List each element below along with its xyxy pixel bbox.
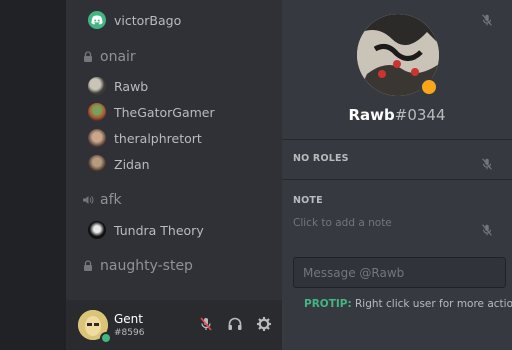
note-input[interactable]: Click to add a note — [293, 217, 392, 229]
user-avatar — [88, 221, 106, 239]
divider — [282, 179, 512, 180]
profile-discriminator: #0344 — [394, 106, 446, 124]
user-avatar — [88, 77, 106, 95]
profile-username: Rawb#0344 — [282, 106, 512, 124]
discord-avatar — [88, 11, 106, 29]
user-avatar — [88, 129, 106, 147]
note-title: NOTE — [293, 195, 323, 206]
divider — [282, 139, 512, 140]
speaker-icon — [83, 196, 94, 204]
mic-muted-icon — [482, 158, 492, 170]
protip-text: Right click user for more actions — [355, 298, 512, 310]
channel-name: onair — [100, 49, 136, 65]
message-input[interactable]: Message @Rawb — [293, 257, 506, 288]
headphones-icon[interactable] — [227, 316, 243, 332]
user-panel: Gent #8596 — [66, 300, 282, 350]
voice-user-name: theralphretort — [114, 130, 202, 146]
channel-name: naughty-step — [100, 258, 193, 274]
channel-onair[interactable]: onair — [82, 47, 136, 67]
mic-muted-icon — [482, 224, 492, 236]
channel-naughty-step[interactable]: naughty-step — [82, 256, 193, 276]
lock-icon — [84, 51, 92, 62]
protip-label: PROTIP: — [304, 298, 352, 310]
protip: PROTIP: Right click user for more action… — [304, 298, 512, 310]
idle-status-dot — [419, 77, 439, 97]
lock-icon — [84, 260, 92, 271]
voice-user-theralphretort[interactable]: theralphretort — [88, 128, 494, 148]
mic-muted-icon — [482, 14, 492, 26]
roles-title: NO ROLES — [293, 153, 349, 164]
voice-user-victorbago[interactable]: victorBago — [88, 10, 494, 30]
username: Gent — [114, 312, 143, 326]
user-avatar — [88, 103, 106, 121]
online-status-dot — [100, 332, 112, 344]
mic-muted-icon[interactable] — [198, 316, 214, 332]
voice-user-zidan[interactable]: Zidan — [88, 154, 494, 174]
server-rail — [0, 0, 66, 350]
user-avatar — [88, 155, 106, 173]
profile-name-text: Rawb — [348, 106, 395, 124]
channel-afk[interactable]: afk — [82, 190, 122, 210]
gear-icon[interactable] — [256, 316, 272, 332]
channel-name: afk — [100, 192, 122, 208]
discriminator: #8596 — [114, 328, 145, 338]
voice-user-tundra-theory[interactable]: Tundra Theory — [88, 220, 494, 240]
